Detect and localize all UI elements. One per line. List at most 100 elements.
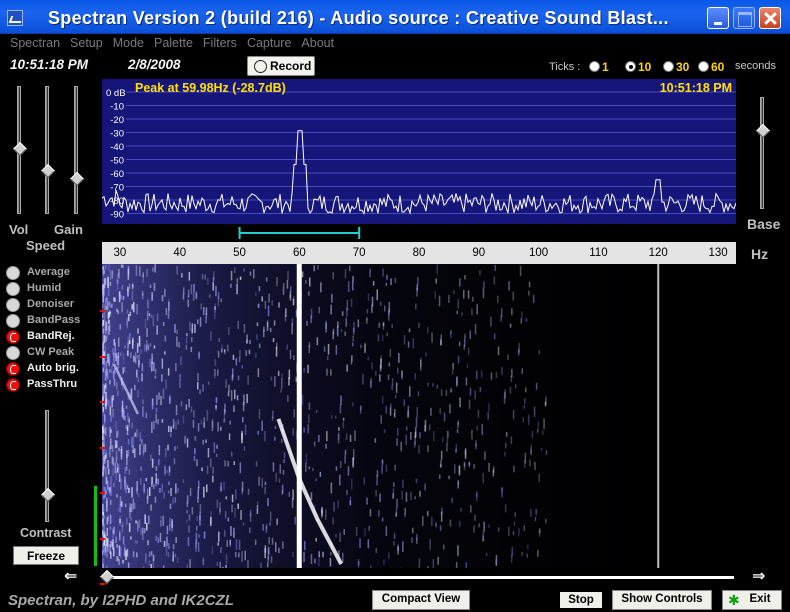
waterfall-display — [102, 264, 736, 568]
waterfall-speckle — [445, 389, 448, 396]
waterfall-speckle — [137, 389, 139, 398]
waterfall-speckle — [135, 520, 137, 524]
waterfall-speckle — [504, 451, 506, 457]
waterfall-speckle — [476, 425, 478, 431]
waterfall-speckle — [520, 318, 522, 324]
app-icon[interactable] — [7, 10, 23, 26]
scroll-left-arrow-icon[interactable]: ⇐ — [64, 566, 77, 586]
waterfall-speckle — [188, 399, 190, 408]
waterfall-speckle — [243, 324, 246, 333]
waterfall-speckle — [194, 448, 196, 455]
menu-setup[interactable]: Setup — [60, 34, 103, 54]
waterfall-speckle — [186, 496, 189, 505]
waterfall-speckle — [130, 352, 132, 358]
speed-slider-track[interactable] — [45, 86, 49, 214]
waterfall-speckle — [352, 281, 354, 291]
waterfall-speckle — [224, 529, 226, 537]
waterfall-speckle — [193, 283, 195, 293]
maximize-button[interactable] — [733, 7, 755, 29]
waterfall-speckle — [189, 487, 192, 497]
waterfall-speckle — [376, 289, 378, 301]
waterfall-speckle — [463, 463, 466, 471]
waterfall-speckle — [448, 294, 450, 303]
menu-capture[interactable]: Capture — [237, 34, 291, 54]
menu-mode[interactable]: Mode — [103, 34, 144, 54]
base-slider-track[interactable] — [760, 97, 764, 209]
menu-about[interactable]: About — [291, 34, 334, 54]
waterfall-speckle — [103, 495, 105, 500]
waterfall-speckle — [379, 374, 381, 382]
waterfall-speckle — [137, 520, 139, 532]
menu-palette[interactable]: Palette — [144, 34, 193, 54]
waterfall-speckle — [227, 461, 229, 467]
waterfall-speckle — [191, 337, 193, 342]
waterfall-speckle — [382, 322, 385, 327]
gain-slider-track[interactable] — [74, 86, 78, 214]
waterfall-speckle — [281, 378, 283, 389]
waterfall-speckle — [112, 370, 115, 380]
base-slider-thumb[interactable] — [755, 123, 771, 139]
compact-view-button[interactable]: Compact View — [372, 590, 470, 610]
waterfall-speckle — [291, 318, 294, 326]
waterfall-speckle — [239, 462, 242, 474]
waterfall-speckle — [528, 281, 531, 288]
waterfall-speckle — [174, 553, 177, 558]
waterfall-speckle — [346, 364, 348, 372]
waterfall-speckle — [443, 544, 445, 550]
waterfall-speckle — [310, 315, 312, 324]
waterfall-speckle — [136, 304, 138, 315]
waterfall-speckle — [521, 368, 523, 374]
stop-button[interactable]: Stop — [558, 590, 604, 610]
exit-button[interactable]: ✱ Exit — [722, 590, 782, 610]
freeze-button[interactable]: Freeze — [13, 546, 79, 565]
waterfall-speckle — [278, 302, 280, 308]
waterfall-speckle — [176, 336, 178, 347]
waterfall-speckle — [141, 363, 144, 372]
waterfall-speckle — [127, 439, 130, 445]
waterfall-speckle — [488, 403, 490, 412]
waterfall-speckle — [140, 349, 142, 354]
waterfall-speckle — [288, 377, 290, 386]
vol-slider-thumb[interactable] — [12, 141, 28, 157]
waterfall-scroll-thumb[interactable] — [99, 569, 115, 585]
contrast-slider-track[interactable] — [45, 410, 49, 522]
waterfall-speckle — [395, 512, 397, 518]
waterfall-speckle — [185, 519, 188, 524]
waterfall-speckle — [397, 428, 399, 436]
record-button[interactable]: Record — [247, 56, 315, 76]
waterfall-speckle — [303, 368, 305, 373]
waterfall-speckle — [291, 498, 294, 508]
waterfall-scroll-track[interactable] — [104, 576, 734, 579]
close-button[interactable] — [759, 7, 781, 29]
waterfall-speckle — [530, 448, 532, 455]
waterfall-speckle — [131, 283, 134, 288]
waterfall-speckle — [105, 336, 107, 342]
waterfall-speckle — [184, 435, 186, 444]
waterfall-speckle — [327, 344, 330, 355]
waterfall-speckle — [131, 290, 134, 301]
passband-strip[interactable] — [102, 224, 736, 242]
waterfall-speckle — [332, 272, 334, 279]
waterfall-speckle — [233, 527, 235, 538]
waterfall-speckle — [511, 546, 513, 557]
waterfall-speckle — [464, 275, 466, 280]
menu-filters[interactable]: Filters — [193, 34, 237, 54]
waterfall-speckle — [115, 352, 117, 362]
scroll-right-arrow-icon[interactable]: ⇒ — [752, 566, 765, 586]
menu-spectran[interactable]: Spectran — [0, 34, 60, 54]
waterfall-speckle — [280, 389, 282, 393]
passband-marker[interactable] — [102, 224, 736, 242]
waterfall-speckle — [438, 295, 441, 307]
speed-slider-thumb[interactable] — [40, 163, 56, 179]
waterfall-speckle — [220, 426, 222, 431]
waterfall-speckle — [313, 265, 315, 272]
waterfall-speckle — [283, 283, 285, 288]
waterfall-speckle — [312, 467, 314, 472]
waterfall-speckle — [464, 447, 467, 458]
show-controls-button[interactable]: Show Controls — [612, 590, 712, 610]
gain-slider-thumb[interactable] — [69, 171, 85, 187]
waterfall-speckle — [359, 538, 361, 549]
contrast-slider-thumb[interactable] — [40, 487, 56, 503]
waterfall-speckle — [235, 551, 237, 558]
minimize-button[interactable] — [707, 7, 729, 29]
